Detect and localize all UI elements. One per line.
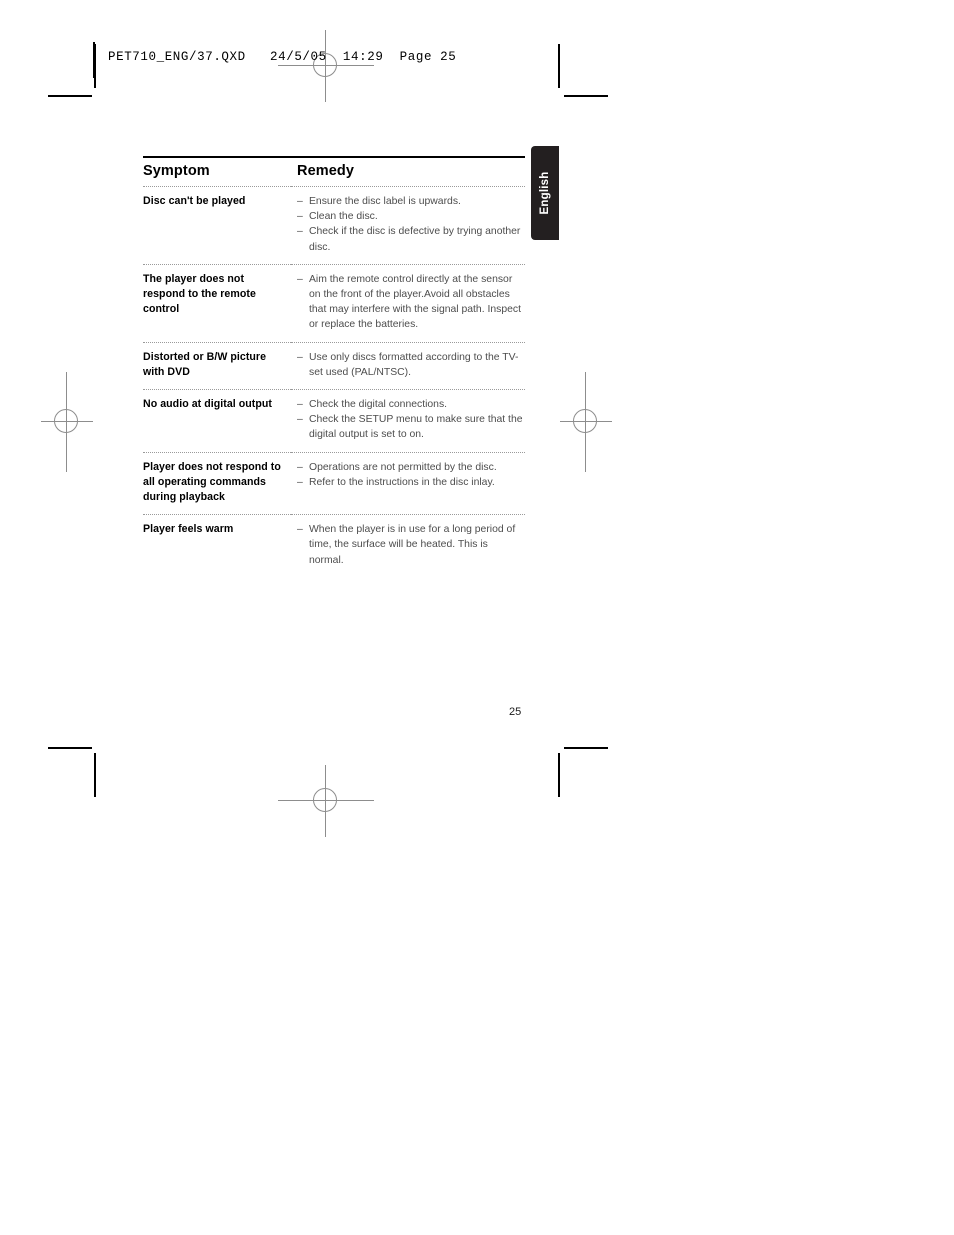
crop-mark-bottom-left-vertical [94, 753, 96, 797]
language-tab-label: English [539, 171, 551, 215]
language-tab-english: English [531, 146, 559, 240]
crop-mark-bottom-right-vertical [558, 753, 560, 797]
registration-mark-right [560, 372, 612, 472]
remedy-item: – Check if the disc is defective by tryin… [297, 224, 525, 254]
remedy-item: – When the player is in use for a long pe… [297, 522, 525, 568]
dash-bullet-icon: – [297, 524, 303, 536]
remedy-cell: – When the player is in use for a long pe… [291, 514, 525, 577]
remedy-cell: – Use only discs formatted according to t… [291, 341, 525, 390]
dash-bullet-icon: – [297, 414, 303, 426]
print-slug: PET710_ENG/37.QXD 24/5/05 14:29 Page 25 [108, 50, 457, 64]
remedy-cell: – Check the digital connections. – Check th… [291, 389, 525, 453]
remedy-cell: – Operations are not permitted by the dis… [291, 451, 525, 515]
column-header-remedy: Remedy [297, 163, 355, 179]
dash-bullet-icon: – [297, 226, 303, 238]
remedy-item: – Check the SETUP menu to make sure that … [297, 412, 525, 442]
dash-bullet-icon: – [297, 476, 303, 488]
table-row: Disc can't be played – Ensure the disc lab… [143, 186, 525, 265]
remedy-item: – Aim the remote control directly at the … [297, 272, 525, 333]
document-page: PET710_ENG/37.QXD 24/5/05 14:29 Page 25 … [0, 0, 954, 1235]
table-row: Distorted or B/W picture with DVD – Use on… [143, 341, 525, 390]
dash-bullet-icon: – [297, 351, 303, 363]
table-header-row: Symptom Remedy [143, 158, 525, 187]
remedy-text: Operations are not permitted by the disc… [309, 461, 497, 473]
slug-rule [93, 42, 95, 78]
symptom-cell: Disc can't be played [143, 186, 291, 265]
remedy-list: – Operations are not permitted by the dis… [297, 460, 525, 490]
table-row: Player does not respond to all operating… [143, 451, 525, 515]
column-header-symptom: Symptom [143, 163, 210, 179]
table-row: The player does not respond to the remot… [143, 263, 525, 343]
remedy-item: – Check the digital connections. [297, 397, 525, 412]
crop-mark-bottom-right-horizontal [564, 747, 608, 749]
remedy-cell: – Ensure the disc label is upwards. – Clean… [291, 186, 525, 265]
remedy-text: Check the SETUP menu to make sure that t… [309, 414, 523, 441]
dash-bullet-icon: – [297, 211, 303, 223]
remedy-item: – Operations are not permitted by the dis… [297, 460, 525, 475]
symptom-cell: No audio at digital output [143, 389, 291, 453]
remedy-list: – Use only discs formatted according to t… [297, 350, 525, 380]
registration-mark-bottom [278, 765, 374, 837]
remedy-list: – Ensure the disc label is upwards. – Clean… [297, 194, 525, 255]
remedy-item: – Ensure the disc label is upwards. [297, 194, 525, 209]
dash-bullet-icon: – [297, 461, 303, 473]
crop-mark-top-right-horizontal [564, 95, 608, 97]
remedy-text: Aim the remote control directly at the s… [309, 273, 521, 331]
symptom-cell: Player does not respond to all operating… [143, 451, 291, 515]
remedy-list: – Aim the remote control directly at the … [297, 272, 525, 333]
dash-bullet-icon: – [297, 399, 303, 411]
symptom-cell: Distorted or B/W picture with DVD [143, 341, 291, 390]
remedy-text: When the player is in use for a long per… [309, 524, 516, 566]
remedy-list: – Check the digital connections. – Check th… [297, 397, 525, 443]
crop-mark-bottom-left-horizontal [48, 747, 92, 749]
remedy-item: – Refer to the instructions in the disc i… [297, 475, 525, 490]
page-number: 25 [509, 706, 522, 718]
remedy-list: – When the player is in use for a long pe… [297, 522, 525, 568]
symptom-cell: The player does not respond to the remot… [143, 263, 291, 343]
remedy-text: Ensure the disc label is upwards. [309, 196, 461, 207]
dash-bullet-icon: – [297, 273, 303, 285]
registration-mark-top [278, 30, 374, 102]
remedy-text: Check the digital connections. [309, 399, 448, 411]
dash-bullet-icon: – [297, 196, 303, 207]
symptom-cell: Player feels warm [143, 514, 291, 577]
table-row: Player feels warm – When the player is in … [143, 514, 525, 577]
table-row: No audio at digital output – Check the dig… [143, 389, 525, 453]
crop-mark-top-right-vertical [558, 44, 560, 88]
remedy-item: – Use only discs formatted according to t… [297, 350, 525, 380]
remedy-text: Refer to the instructions in the disc in… [309, 476, 495, 488]
remedy-item: – Clean the disc. [297, 209, 525, 224]
remedy-text: Check if the disc is defective by trying… [309, 226, 521, 253]
registration-mark-left [41, 372, 93, 472]
crop-mark-top-left-horizontal [48, 95, 92, 97]
remedy-text: Use only discs formatted according to th… [309, 351, 519, 378]
remedy-cell: – Aim the remote control directly at the … [291, 263, 525, 343]
table-body: Disc can't be played – Ensure the disc lab… [143, 186, 525, 577]
troubleshooting-table: Symptom Remedy Disc can't be played – Ensu… [143, 156, 525, 577]
remedy-text: Clean the disc. [309, 211, 378, 223]
